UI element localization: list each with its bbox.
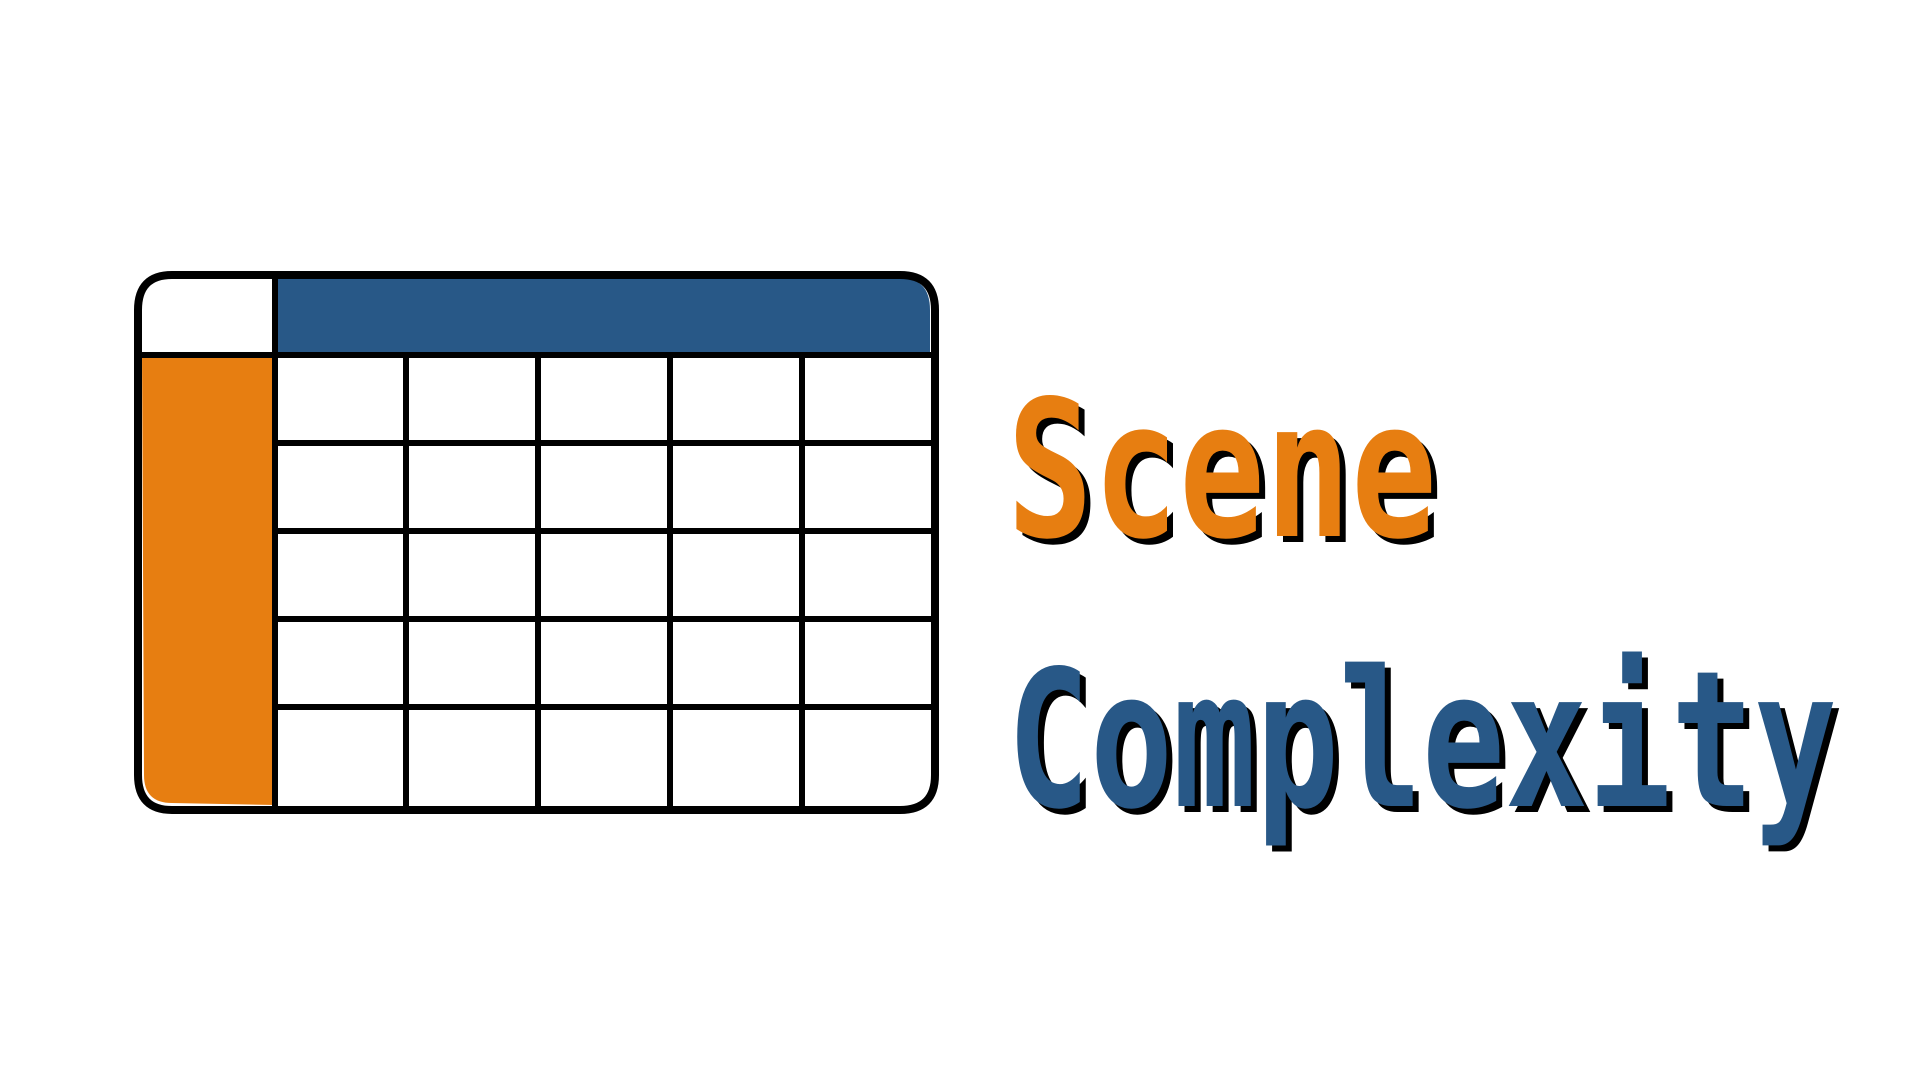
title-block: Scene Complexity Scene Complexity bbox=[1005, 360, 1885, 880]
table-header-band bbox=[275, 278, 930, 355]
title-line-1: Scene bbox=[1007, 360, 1437, 581]
table-body bbox=[275, 355, 930, 805]
table-side-column bbox=[142, 355, 275, 805]
table-grid-icon bbox=[134, 271, 939, 814]
table-corner-cell bbox=[142, 278, 275, 355]
logo-canvas: Scene Complexity Scene Complexity bbox=[0, 0, 1920, 1080]
title-line-2: Complexity bbox=[1007, 630, 1837, 851]
title-wordmark: Scene Complexity Scene Complexity bbox=[1007, 360, 1843, 857]
